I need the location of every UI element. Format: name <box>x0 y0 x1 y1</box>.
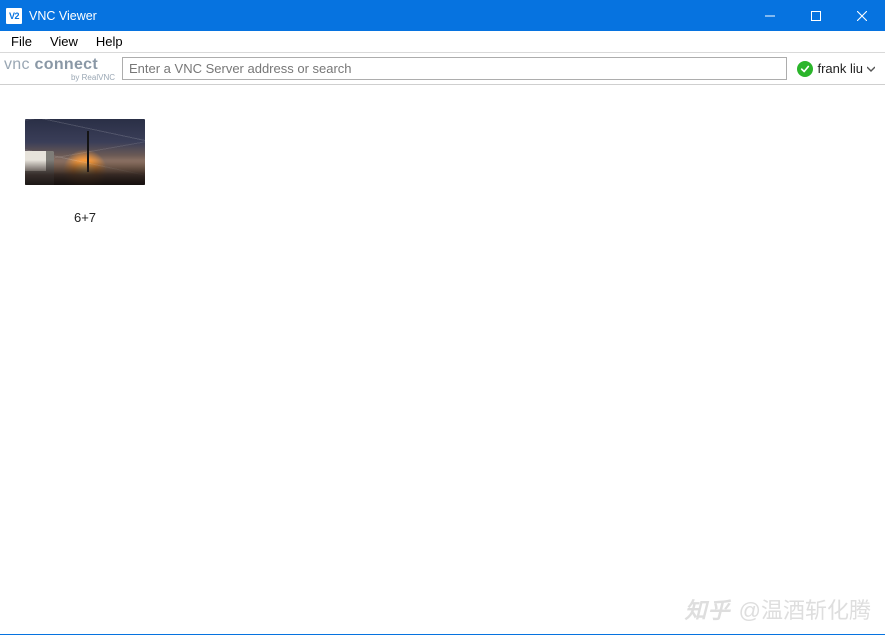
menu-file[interactable]: File <box>2 32 41 51</box>
brand-line1: vnc connect <box>4 57 98 73</box>
connection-thumbnail <box>25 119 145 185</box>
connection-item[interactable]: 6+7 <box>25 119 145 225</box>
zhihu-logo-text: 知乎 <box>685 593 731 625</box>
menu-view[interactable]: View <box>41 32 87 51</box>
account-username: frank liu <box>817 61 863 76</box>
maximize-button[interactable] <box>793 0 839 31</box>
window-controls <box>747 0 885 31</box>
account-menu-button[interactable]: frank liu <box>793 59 879 79</box>
connection-label: 6+7 <box>25 210 145 225</box>
minimize-icon <box>765 11 775 21</box>
check-icon <box>800 64 810 74</box>
address-search-input[interactable] <box>122 57 787 80</box>
window-title: VNC Viewer <box>29 9 97 23</box>
app-icon: V2 <box>6 8 22 24</box>
brand-logo: vnc connect by RealVNC <box>4 56 116 82</box>
minimize-button[interactable] <box>747 0 793 31</box>
brand-line2: by RealVNC <box>71 74 115 82</box>
window-titlebar: V2 VNC Viewer <box>0 0 885 31</box>
chevron-down-icon <box>867 61 875 76</box>
status-ok-badge <box>797 61 813 77</box>
zhihu-watermark: 知乎 @温酒斩化腾 <box>685 593 871 625</box>
connections-area: 6+7 知乎 @温酒斩化腾 <box>0 85 885 635</box>
menu-help[interactable]: Help <box>87 32 132 51</box>
toolbar: vnc connect by RealVNC frank liu <box>0 53 885 85</box>
watermark-author: @温酒斩化腾 <box>739 593 871 625</box>
close-button[interactable] <box>839 0 885 31</box>
menu-bar: File View Help <box>0 31 885 53</box>
close-icon <box>857 11 867 21</box>
maximize-icon <box>811 11 821 21</box>
